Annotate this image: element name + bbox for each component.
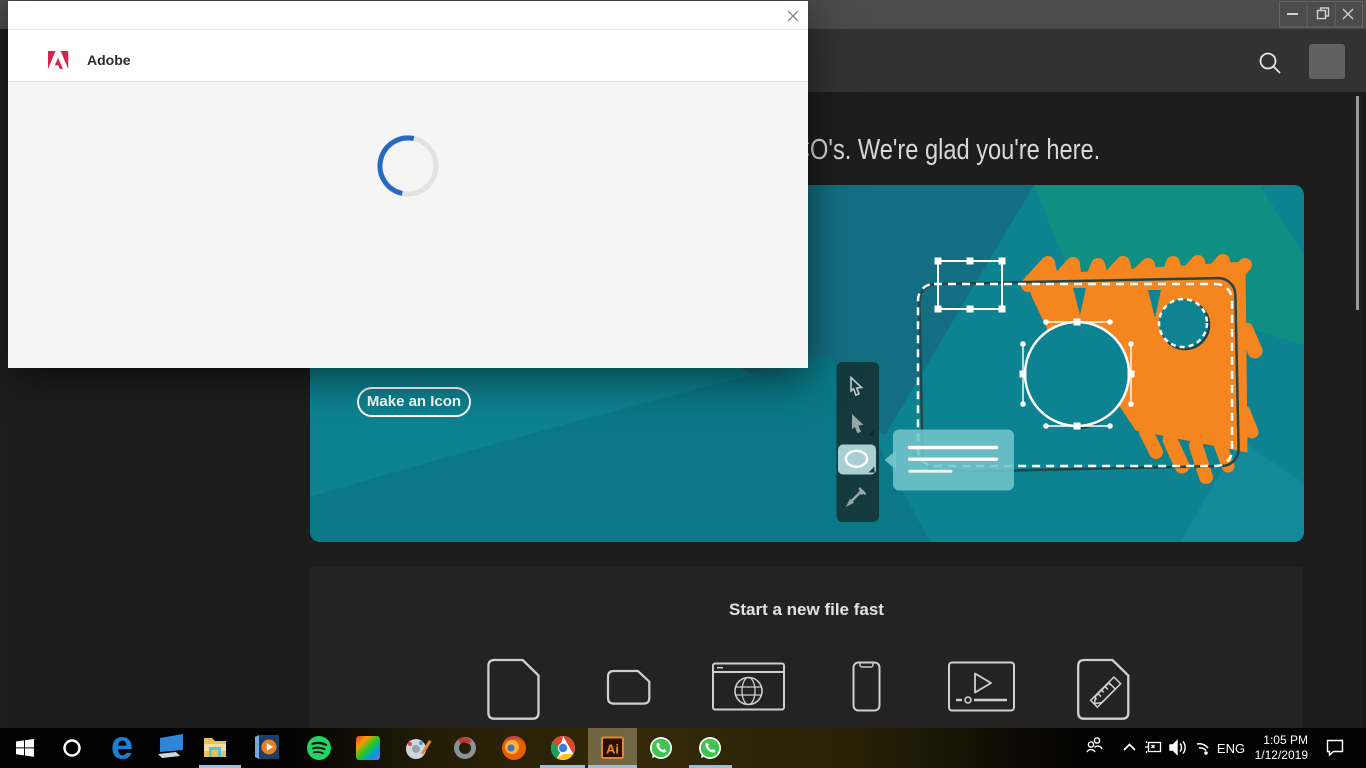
svg-text:e: e [111, 728, 133, 768]
svg-text:Ai: Ai [606, 742, 619, 757]
svg-text:ENG: ENG [1217, 741, 1245, 756]
